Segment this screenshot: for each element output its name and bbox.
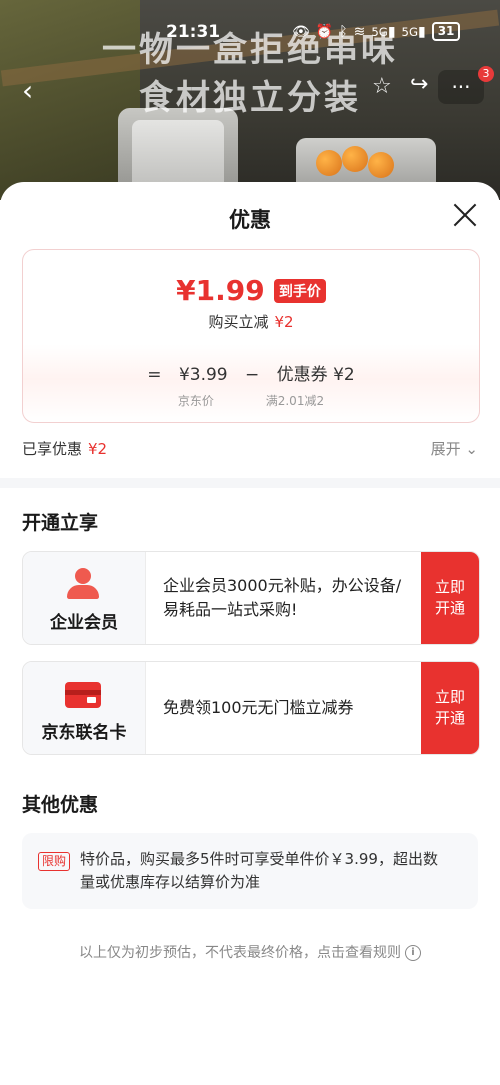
offer-left-panel: 京东联名卡 — [23, 662, 146, 754]
info-icon: i — [405, 945, 421, 961]
offer-card-enterprise[interactable]: 企业会员 企业会员3000元补贴，办公设备/易耗品一站式采购! 立即开通 — [22, 551, 480, 645]
coupon-amount: 优惠券 ¥2 — [276, 365, 355, 385]
offer-name: 京东联名卡 — [41, 723, 127, 743]
reduce-label: 购买立减 — [208, 313, 269, 331]
sheet-title: 优惠 — [229, 208, 271, 232]
signal-icon: 5G▮ — [371, 23, 396, 40]
price-card: ¥1.99 到手价 购买立减 ¥2 = ¥3.99 − 优惠券 ¥2 京东价 满2… — [22, 249, 480, 423]
coupon-rule: 满2.01减2 — [265, 394, 325, 408]
offer-name: 企业会员 — [50, 613, 118, 633]
status-time: 21:31 — [166, 22, 221, 42]
status-bar: 21:31 👁 ⏰ ᛒ ≋ 5G▮ 5G▮ 31 — [0, 0, 500, 64]
enjoyed-discount: 已享优惠 ¥2 — [22, 438, 107, 459]
open-section-title: 开通立享 — [22, 512, 99, 534]
fruit — [316, 150, 342, 176]
notification-badge: 3 — [478, 66, 494, 82]
rules-footnote[interactable]: 以上仅为初步预估，不代表最终价格，点击查看规则 i — [0, 942, 500, 962]
offer-description: 企业会员3000元补贴，办公设备/易耗品一站式采购! — [163, 576, 402, 619]
offer-description: 免费领100元无门槛立减券 — [163, 698, 354, 717]
expand-button[interactable]: 展开 ⌄ — [431, 438, 478, 459]
signal-icon: 5G▮ — [401, 23, 426, 40]
enjoyed-value: ¥2 — [88, 440, 108, 458]
eye-icon: 👁 — [292, 23, 310, 40]
final-price-row: ¥1.99 到手价 — [23, 274, 479, 307]
enjoyed-label: 已享优惠 — [22, 440, 83, 458]
purchase-limit-notice: 限购 特价品，购买最多5件时可享受单件价￥3.99，超出数量或优惠库存以结算价为… — [22, 833, 478, 909]
open-now-button[interactable]: 立即开通 — [421, 662, 479, 754]
open-now-button[interactable]: 立即开通 — [421, 552, 479, 644]
bluetooth-icon: ᛒ — [339, 23, 348, 40]
limit-tag: 限购 — [38, 852, 71, 871]
close-icon[interactable] — [452, 202, 478, 228]
alarm-icon: ⏰ — [315, 23, 334, 40]
equals-sign: = — [147, 365, 162, 385]
jd-price-label: 京东价 — [177, 394, 214, 408]
footnote-text: 以上仅为初步预估，不代表最终价格，点击查看规则 — [79, 945, 401, 961]
other-section-title: 其他优惠 — [22, 794, 99, 816]
status-icons: 👁 ⏰ ᛒ ≋ 5G▮ 5G▮ 31 — [292, 22, 461, 41]
person-icon — [65, 568, 101, 600]
reduce-value: ¥2 — [274, 313, 294, 331]
expand-label: 展开 — [430, 440, 461, 458]
price-calc-labels: 京东价 满2.01减2 — [23, 392, 479, 409]
final-price: ¥1.99 — [176, 274, 265, 307]
discount-sheet: 优惠 ¥1.99 到手价 购买立减 ¥2 = ¥3.99 − 优惠券 ¥2 京东价… — [0, 182, 500, 1085]
share-icon[interactable]: ↪ — [410, 72, 428, 97]
limit-text: 特价品，购买最多5件时可享受单件价￥3.99，超出数量或优惠库存以结算价为准 — [80, 850, 438, 891]
fruit — [368, 152, 394, 178]
fruit — [342, 146, 368, 172]
offer-card-cobrand[interactable]: 京东联名卡 免费领100元无门槛立减券 立即开通 — [22, 661, 480, 755]
favorite-star-icon[interactable]: ☆ — [372, 74, 392, 99]
credit-card-icon — [65, 682, 101, 708]
final-price-tag: 到手价 — [273, 278, 326, 303]
wifi-icon: ≋ — [353, 23, 366, 40]
back-icon[interactable]: ‹ — [22, 74, 33, 107]
chevron-down-icon: ⌄ — [465, 440, 478, 458]
reduce-row: 购买立减 ¥2 — [23, 311, 479, 332]
price-calc-row: = ¥3.99 − 优惠券 ¥2 — [23, 360, 479, 385]
minus-sign: − — [245, 365, 260, 385]
section-divider — [0, 478, 500, 488]
offer-left-panel: 企业会员 — [23, 552, 146, 644]
jd-price: ¥3.99 — [178, 365, 228, 385]
battery-icon: 31 — [431, 22, 461, 41]
